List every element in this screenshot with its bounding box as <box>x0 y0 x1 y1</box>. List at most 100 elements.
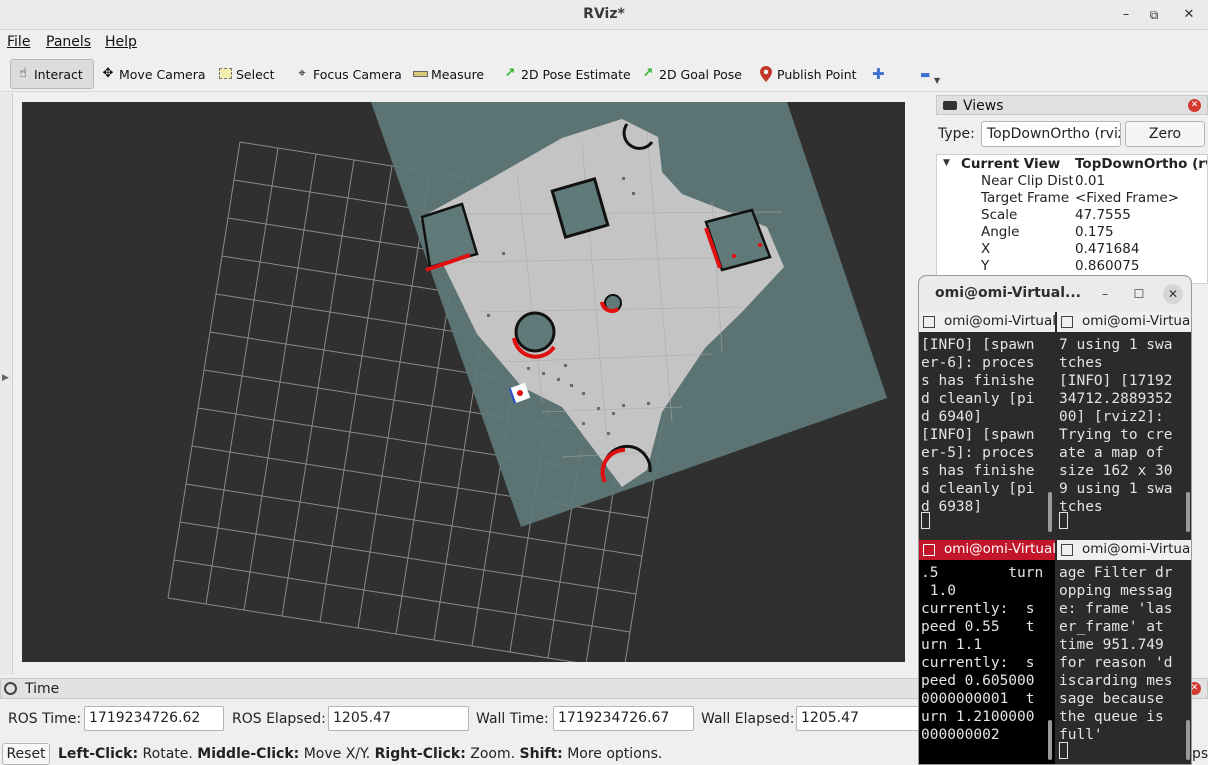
property-value[interactable]: 0.01 <box>1075 173 1207 189</box>
property-key: Y <box>981 258 990 274</box>
goal-pose-label: 2D Goal Pose <box>659 66 742 82</box>
ros-elapsed-field[interactable]: 1205.47 <box>328 706 469 731</box>
close-button[interactable]: ✕ <box>1179 5 1199 25</box>
terminal-window[interactable]: omi@omi-Virtual... – ☐ ✕ omi@omi-Virtual… <box>918 275 1192 765</box>
title-bar: RViz* – ⧉ ✕ <box>0 0 1208 30</box>
add-tool-button[interactable]: ✚ <box>868 59 889 89</box>
property-row[interactable]: Angle 0.175 <box>937 224 1207 241</box>
property-row[interactable]: Y 0.860075 <box>937 258 1207 275</box>
terminal-pane-label: omi@omi-VirtualBox: ~ <box>944 313 1055 329</box>
ros-time-label: ROS Time: <box>8 711 82 727</box>
time-title: Time <box>25 681 60 697</box>
property-value[interactable]: 0.860075 <box>1075 258 1207 274</box>
ros-time-field[interactable]: 1719234726.62 <box>84 706 224 731</box>
collapse-triangle-icon[interactable]: ▼ <box>943 158 950 168</box>
terminal-output: age Filter dr opping messag e: frame 'la… <box>1059 565 1173 743</box>
pose-estimate-label: 2D Pose Estimate <box>521 66 631 82</box>
focus-camera-label: Focus Camera <box>313 66 402 82</box>
terminal-output: 7 using 1 swa tches [INFO] [17192 34712.… <box>1059 337 1173 515</box>
hint-text: Zoom. <box>470 746 516 762</box>
publish-point-tool[interactable]: Publish Point <box>754 59 861 89</box>
property-value[interactable]: 0.471684 <box>1075 241 1207 257</box>
property-row[interactable]: Near Clip Distance 0.01 <box>937 173 1207 190</box>
menu-panels[interactable]: Panels <box>46 34 91 50</box>
property-row[interactable]: X 0.471684 <box>937 241 1207 258</box>
views-header: Views ✕ <box>936 95 1208 115</box>
terminal-maximize-button[interactable]: ☐ <box>1129 284 1149 304</box>
view-type-select[interactable]: TopDownOrtho (rviz_default_plugins) <box>981 121 1121 147</box>
move-camera-tool[interactable]: ✥ Move Camera <box>96 59 210 89</box>
wall-elapsed-label: Wall Elapsed: <box>701 711 795 727</box>
terminal-pane-tab[interactable]: omi@omi-VirtualBox: ~ <box>1057 540 1191 560</box>
type-label: Type: <box>938 126 975 142</box>
property-key: Near Clip Distance <box>981 173 1073 189</box>
property-value: TopDownOrtho (rviz_default_plugins) <box>1075 156 1207 172</box>
terminal-pane[interactable]: omi@omi-VirtualBox: ~ 7 using 1 swa tche… <box>1057 312 1191 536</box>
hint-key: Middle-Click: <box>197 746 300 762</box>
terminal-output: .5 turn 1.0 currently: s peed 0.55 t urn… <box>921 565 1044 743</box>
left-panel-handle[interactable]: ▶ <box>0 93 13 675</box>
menu-bar: File Panels Help <box>0 31 1208 55</box>
terminal-pane[interactable]: omi@omi-VirtualBox: ~ [INFO] [spawn er-6… <box>919 312 1055 536</box>
terminal-pane[interactable]: omi@omi-VirtualBox: ~ age Filter dr oppi… <box>1057 540 1191 764</box>
property-key: Angle <box>981 224 1020 240</box>
maximize-button[interactable]: ⧉ <box>1144 5 1164 25</box>
property-row[interactable]: Scale 47.7555 <box>937 207 1207 224</box>
property-row[interactable]: ▼ Current View TopDownOrtho (rviz_defaul… <box>937 156 1207 173</box>
ros-elapsed-label: ROS Elapsed: <box>232 711 326 727</box>
tool-menu-arrow-icon[interactable]: ▼ <box>934 76 940 85</box>
reset-button[interactable]: Reset <box>2 743 50 765</box>
hint-text: Rotate. <box>142 746 193 762</box>
terminal-scrollbar[interactable] <box>1048 492 1052 532</box>
wall-elapsed-field[interactable]: 1205.47 <box>796 706 926 731</box>
close-panel-icon[interactable]: ✕ <box>1188 99 1201 112</box>
measure-tool[interactable]: Measure <box>408 59 488 89</box>
tool-bar: ☝ Interact ✥ Move Camera Select ⌖ Focus … <box>0 56 1208 92</box>
terminal-pane-tab[interactable]: omi@omi-VirtualBox: ~ <box>1057 312 1191 332</box>
mouse-hint: Left-Click: Rotate. Middle-Click: Move X… <box>58 746 662 762</box>
window-title: RViz* <box>583 6 625 22</box>
goal-pose-tool[interactable]: ↗ 2D Goal Pose <box>636 59 746 89</box>
terminal-icon <box>923 316 935 328</box>
zero-button[interactable]: Zero <box>1125 121 1205 147</box>
pose-estimate-tool[interactable]: ↗ 2D Pose Estimate <box>498 59 635 89</box>
move-camera-label: Move Camera <box>119 66 206 82</box>
terminal-pane-label: omi@omi-VirtualBox: ~ <box>944 541 1055 557</box>
terminal-minimize-button[interactable]: – <box>1095 284 1115 304</box>
property-value[interactable]: 0.175 <box>1075 224 1207 240</box>
terminal-scrollbar[interactable] <box>1186 720 1190 760</box>
green-arrow-icon: ↗ <box>642 66 654 81</box>
select-tool[interactable]: Select <box>213 59 279 89</box>
property-row[interactable]: Target Frame <Fixed Frame> <box>937 190 1207 207</box>
interact-tool[interactable]: ☝ Interact <box>10 59 94 89</box>
minimize-button[interactable]: – <box>1116 5 1136 25</box>
hint-key: Shift: <box>519 746 563 762</box>
render-viewport[interactable] <box>22 102 905 662</box>
terminal-pane-tab[interactable]: omi@omi-VirtualBox: ~ <box>919 540 1055 560</box>
property-value[interactable]: 47.7555 <box>1075 207 1207 223</box>
crosshair-icon: ⌖ <box>298 66 306 81</box>
terminal-scrollbar[interactable] <box>1186 492 1190 532</box>
terminal-output: [INFO] [spawn er-6]: proces s has finish… <box>921 337 1035 515</box>
terminal-icon <box>923 544 935 556</box>
terminal-pane-label: omi@omi-VirtualBox: ~ <box>1082 313 1191 329</box>
views-title: Views <box>963 98 1004 114</box>
hint-text: More options. <box>567 746 663 762</box>
property-key: Target Frame <box>981 190 1070 206</box>
terminal-cursor <box>1059 742 1068 759</box>
property-value[interactable]: <Fixed Frame> <box>1075 190 1207 206</box>
remove-tool-button[interactable]: ▬ <box>916 59 934 89</box>
menu-help[interactable]: Help <box>105 34 137 50</box>
terminal-pane[interactable]: omi@omi-VirtualBox: ~ .5 turn 1.0 curren… <box>919 540 1055 764</box>
focus-camera-tool[interactable]: ⌖ Focus Camera <box>290 59 406 89</box>
wall-time-field[interactable]: 1719234726.67 <box>553 706 694 731</box>
terminal-title: omi@omi-Virtual... <box>935 285 1081 301</box>
terminal-scrollbar[interactable] <box>1048 720 1052 760</box>
terminal-titlebar[interactable]: omi@omi-Virtual... – ☐ ✕ <box>919 276 1191 312</box>
menu-file[interactable]: File <box>7 34 30 50</box>
terminal-icon <box>1061 316 1073 328</box>
terminal-pane-tab[interactable]: omi@omi-VirtualBox: ~ <box>919 312 1055 332</box>
views-panel: Views ✕ Type: TopDownOrtho (rviz_default… <box>936 93 1208 284</box>
terminal-close-button[interactable]: ✕ <box>1163 284 1183 304</box>
hint-key: Right-Click: <box>374 746 466 762</box>
